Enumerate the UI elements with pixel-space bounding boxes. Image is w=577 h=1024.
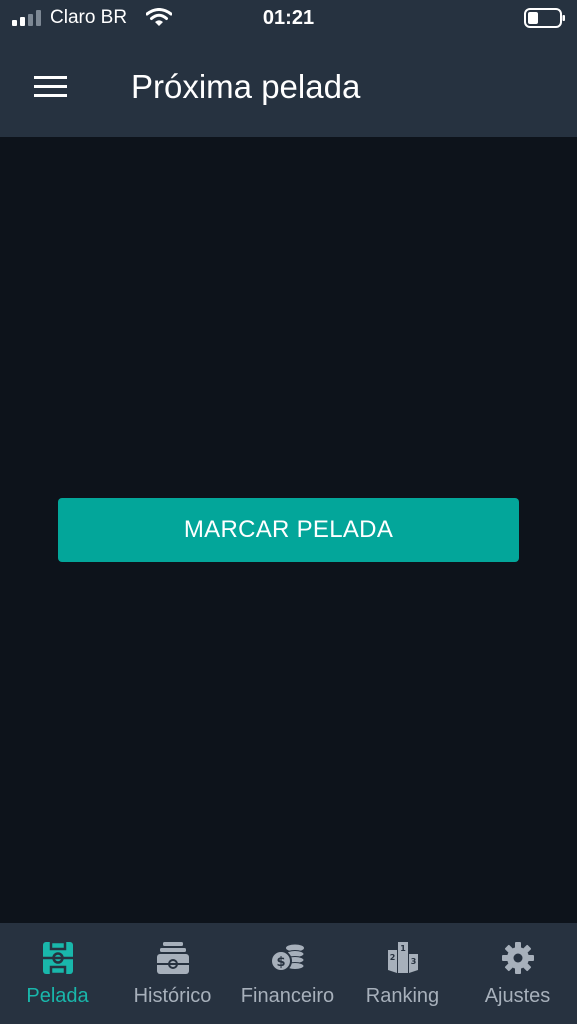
- gear-icon: [501, 942, 534, 974]
- tab-label: Financeiro: [240, 985, 335, 1007]
- tab-historico[interactable]: Histórico: [115, 923, 230, 1024]
- tab-ajustes[interactable]: Ajustes: [460, 923, 575, 1024]
- bottom-tab-bar: Pelada Histórico $ Financeiro 2 1 3 Rank…: [0, 923, 577, 1024]
- app-header: Claro BR 01:21 Próxima pelada: [0, 0, 577, 137]
- status-bar: Claro BR 01:21: [0, 0, 577, 40]
- svg-text:1: 1: [400, 944, 406, 953]
- tab-label: Ranking: [365, 985, 440, 1007]
- svg-text:3: 3: [410, 957, 416, 966]
- tab-pelada[interactable]: Pelada: [0, 923, 115, 1024]
- page-title: Próxima pelada: [131, 68, 361, 105]
- tab-label: Ajustes: [484, 985, 551, 1007]
- tab-label: Pelada: [26, 985, 89, 1007]
- history-box-icon: [156, 942, 189, 974]
- marcar-pelada-button[interactable]: MARCAR PELADA: [58, 498, 519, 562]
- menu-button[interactable]: [28, 70, 72, 106]
- hamburger-menu-icon: [34, 76, 67, 97]
- battery-icon: [524, 8, 565, 28]
- tab-label: Histórico: [133, 985, 212, 1007]
- tab-financeiro[interactable]: $ Financeiro: [230, 923, 345, 1024]
- podium-icon: 2 1 3: [387, 942, 418, 973]
- soccer-field-icon: [42, 940, 73, 976]
- coins-icon: $: [269, 944, 304, 972]
- tab-ranking[interactable]: 2 1 3 Ranking: [345, 923, 460, 1024]
- svg-text:$: $: [276, 955, 285, 970]
- status-time: 01:21: [262, 7, 315, 29]
- svg-text:2: 2: [389, 953, 395, 962]
